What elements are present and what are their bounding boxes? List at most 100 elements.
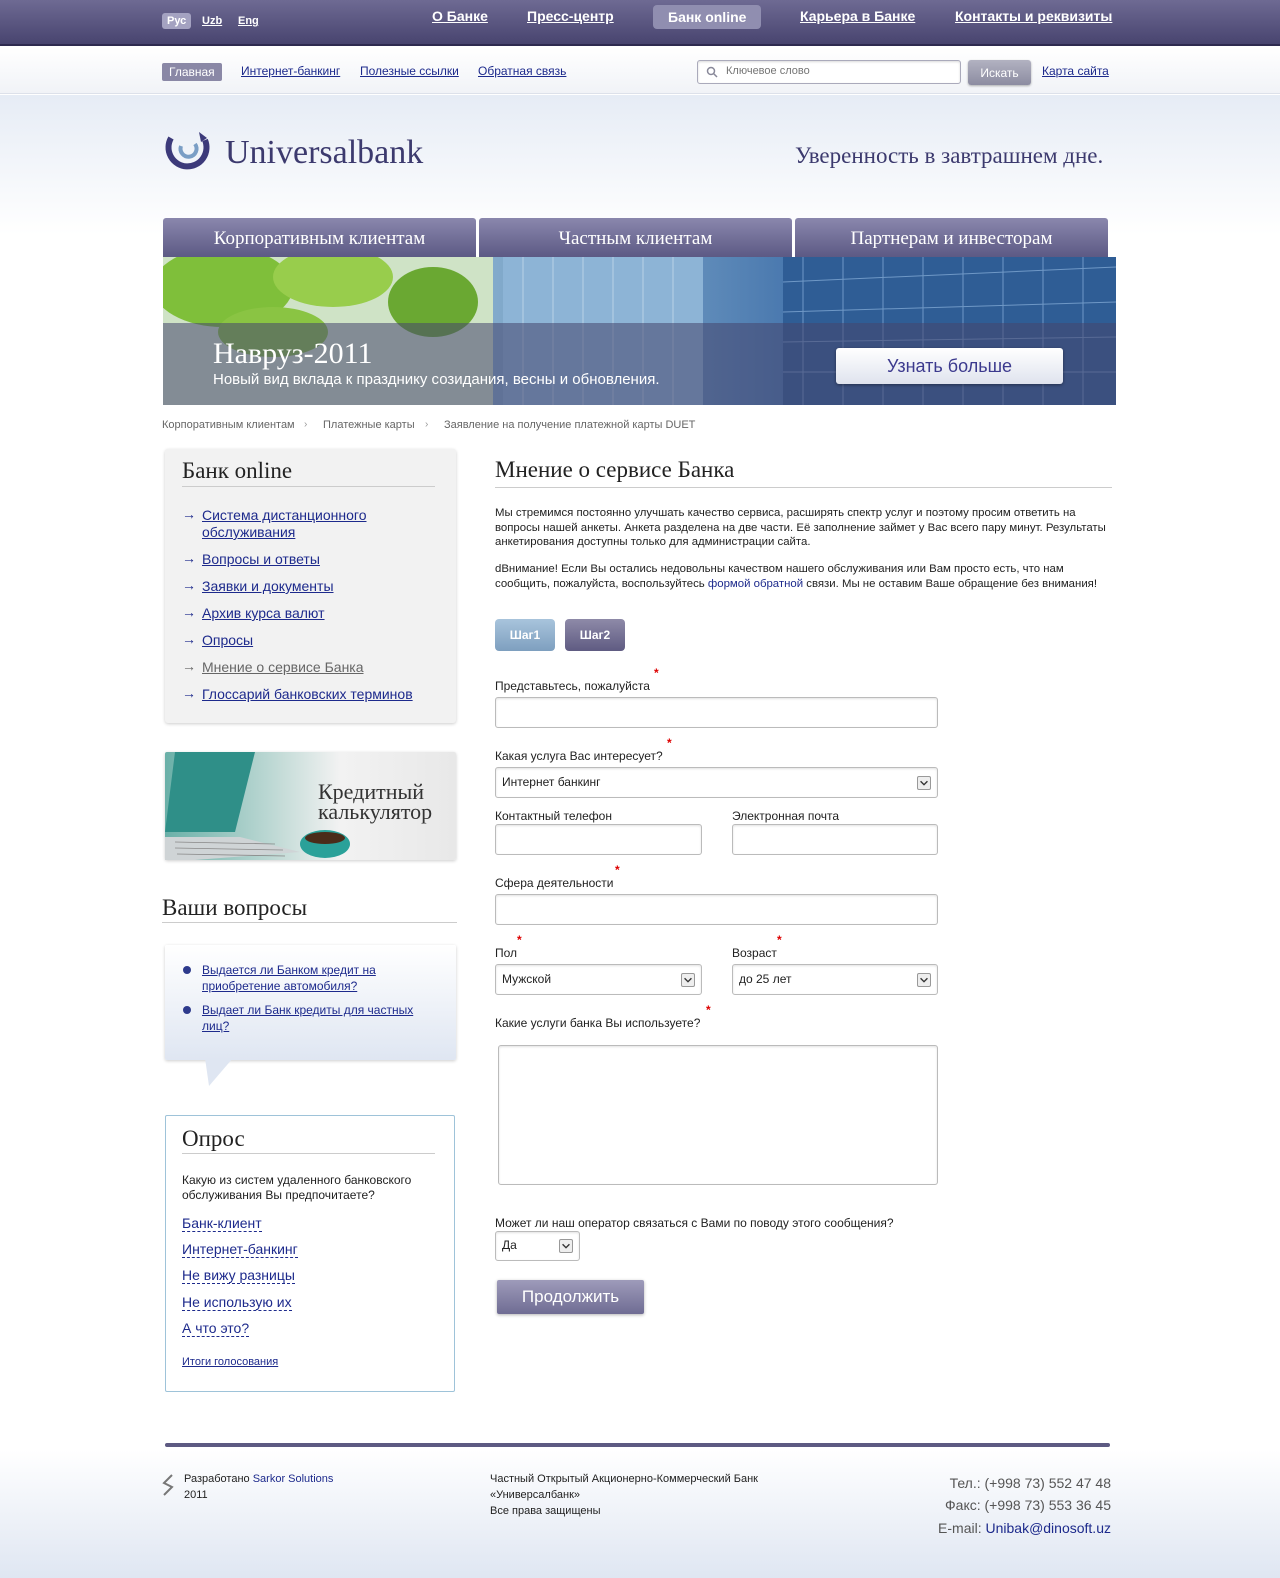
question-link[interactable]: Выдается ли Банком кредит на приобретени… <box>202 962 402 994</box>
footer-fax: Факс: (+998 73) 553 36 45 <box>945 1497 1111 1513</box>
age-select[interactable]: до 25 лет <box>732 964 938 995</box>
sitemap-link[interactable]: Карта сайта <box>1042 64 1109 78</box>
poll-option[interactable]: А что это? <box>182 1320 250 1337</box>
tab-corporate-clients[interactable]: Корпоративным клиентам <box>163 218 476 258</box>
required-mark: * <box>654 666 659 680</box>
sidebar-item-remote-service[interactable]: Система дистанционного обслуживания <box>202 507 402 541</box>
gender-select-value: Мужской <box>502 972 552 986</box>
divider <box>162 922 457 923</box>
poll-title: Опрос <box>182 1126 245 1151</box>
nav-career[interactable]: Карьера в Банке <box>800 8 915 24</box>
sidebar-item-polls[interactable]: Опросы <box>202 632 253 649</box>
gender-select[interactable]: Мужской <box>495 964 702 995</box>
phone-input[interactable] <box>495 824 702 855</box>
breadcrumb-item[interactable]: Платежные карты <box>323 419 415 431</box>
divider <box>182 486 435 487</box>
search-input[interactable] <box>726 65 946 77</box>
sidebar-item-glossary[interactable]: Глоссарий банковских терминов <box>202 686 413 703</box>
sphere-label: Сфера деятельности <box>495 876 614 890</box>
contact-select[interactable]: Да <box>495 1231 580 1261</box>
sidebar-item-applications[interactable]: Заявки и документы <box>202 578 334 595</box>
bank-logo-text[interactable]: Universalbank <box>225 134 423 172</box>
phone-label: Контактный телефон <box>495 809 612 823</box>
question-link[interactable]: Выдает ли Банк кредиты для частных лиц? <box>202 1002 422 1034</box>
lang-uz[interactable]: Uzb <box>197 13 227 29</box>
email-link[interactable]: Unibak@dinosoft.uz <box>985 1520 1111 1536</box>
service-label: Какая услуга Вас интересует? <box>495 749 663 763</box>
sidebar-item-currency-archive[interactable]: Архив курса валют <box>202 605 325 622</box>
sidebar-item-faq[interactable]: Вопросы и ответы <box>202 551 320 568</box>
tab-private-clients[interactable]: Частным клиентам <box>479 218 792 258</box>
notice-text-end: связи. Мы не оставим Ваше обращение без … <box>803 577 1098 590</box>
arrow-right-icon: → <box>182 604 196 620</box>
nav-contacts[interactable]: Контакты и реквизиты <box>955 8 1112 24</box>
copyright: Все права защищены <box>490 1505 601 1517</box>
subnav-feedback[interactable]: Обратная связь <box>478 64 566 78</box>
notice-text: dВнимание! Если Вы остались недовольны к… <box>495 562 1110 591</box>
subnav-home[interactable]: Главная <box>162 63 222 81</box>
lang-ru[interactable]: Рус <box>162 13 192 29</box>
email-label: E-mail: <box>938 1520 986 1536</box>
lang-en[interactable]: Eng <box>233 13 264 29</box>
bullet-icon <box>183 1006 191 1014</box>
subnav-useful-links[interactable]: Полезные ссылки <box>360 64 459 78</box>
email-label: Электронная почта <box>732 809 840 823</box>
banner-title: Навруз-2011 <box>213 337 373 370</box>
poll-question: Какую из систем удаленного банковского о… <box>182 1173 412 1202</box>
page-title: Мнение о сервисе Банка <box>495 457 735 482</box>
chevron-down-icon <box>681 973 695 987</box>
divider <box>182 1153 435 1154</box>
service-select[interactable]: Интернет банкинг <box>495 767 938 798</box>
poll-option[interactable]: Не использую их <box>182 1294 292 1311</box>
breadcrumb-separator-icon: › <box>425 419 429 430</box>
name-input[interactable] <box>495 697 938 728</box>
required-mark: * <box>667 736 672 750</box>
breadcrumb-item[interactable]: Корпоративным клиентам <box>162 419 295 431</box>
nav-about[interactable]: О Банке <box>432 8 488 24</box>
nav-press[interactable]: Пресс-центр <box>527 8 614 24</box>
divider <box>495 487 1112 488</box>
sidebar-item-service-opinion[interactable]: Мнение о сервисе Банка <box>202 659 364 676</box>
name-label: Представьтесь, пожалуйста <box>495 679 650 693</box>
developer-credit: Разработано Sarkor Solutions 2011 <box>184 1471 333 1503</box>
tab-partners-investors[interactable]: Партнерам и инвесторам <box>795 218 1108 258</box>
required-mark: * <box>615 863 620 877</box>
sphere-input[interactable] <box>495 894 938 925</box>
subnav-internet-banking[interactable]: Интернет-банкинг <box>241 64 340 78</box>
service-select-value: Интернет банкинг <box>502 775 601 789</box>
chevron-down-icon <box>917 776 931 790</box>
bullet-icon <box>183 966 191 974</box>
search-icon <box>706 66 718 78</box>
credit-calculator-label: Кредитный калькулятор <box>318 779 433 824</box>
arrow-right-icon: → <box>182 577 196 593</box>
continue-button[interactable]: Продолжить <box>497 1280 644 1314</box>
chevron-down-icon <box>559 1239 573 1253</box>
step-1-button[interactable]: Шаг1 <box>495 619 555 651</box>
required-mark: * <box>517 933 522 947</box>
learn-more-button[interactable]: Узнать больше <box>836 348 1063 384</box>
poll-option[interactable]: Банк-клиент <box>182 1215 262 1232</box>
used-services-textarea[interactable] <box>498 1045 938 1185</box>
breadcrumb-separator-icon: › <box>304 419 308 430</box>
age-label: Возраст <box>732 946 777 960</box>
search-button[interactable]: Искать <box>968 60 1031 85</box>
bank-name-line2: «Универсалбанк» <box>490 1489 580 1501</box>
developer-link[interactable]: Sarkor Solutions <box>253 1473 334 1485</box>
arrow-right-icon: → <box>182 506 196 522</box>
intro-text: Мы стремимся постоянно улучшать качество… <box>495 507 1106 548</box>
speech-tail-icon <box>205 1058 233 1086</box>
gender-label: Пол <box>495 946 518 960</box>
arrow-right-icon: → <box>182 658 196 674</box>
bank-info: Частный Открытый Акционерно-Коммерческий… <box>490 1471 758 1519</box>
poll-option[interactable]: Не вижу разницы <box>182 1267 295 1284</box>
poll-results-link[interactable]: Итоги голосования <box>182 1356 278 1368</box>
developer-logo-icon <box>162 1474 174 1496</box>
arrow-right-icon: → <box>182 550 196 566</box>
nav-bank-online[interactable]: Банк online <box>653 5 762 29</box>
email-input[interactable] <box>732 824 938 855</box>
step-2-button[interactable]: Шаг2 <box>565 619 625 651</box>
poll-option[interactable]: Интернет-банкинг <box>182 1241 298 1258</box>
feedback-form-link[interactable]: формой обратной <box>708 578 803 590</box>
footer-phone: Тел.: (+998 73) 552 47 48 <box>949 1475 1111 1491</box>
developer-year: 2011 <box>184 1489 208 1501</box>
